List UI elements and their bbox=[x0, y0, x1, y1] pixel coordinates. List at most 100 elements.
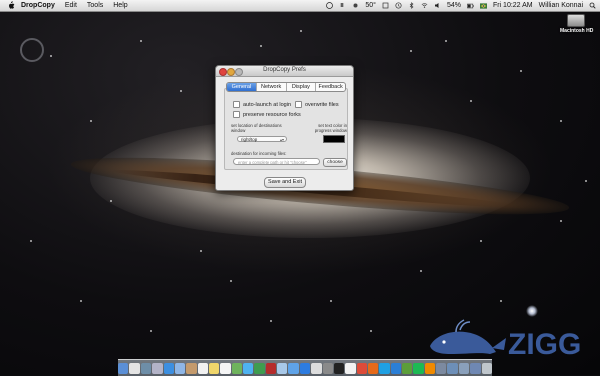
star bbox=[480, 240, 482, 242]
general-panel: auto-launch at login overwrite files pre… bbox=[224, 88, 348, 170]
notes-icon[interactable] bbox=[208, 362, 220, 374]
choose-button[interactable]: choose bbox=[323, 158, 347, 167]
location-select[interactable]: right/top ▴▾ bbox=[237, 136, 287, 142]
system-preferences-icon[interactable] bbox=[322, 362, 333, 374]
auto-launch-label: auto-launch at login bbox=[243, 101, 292, 108]
time-machine-icon[interactable] bbox=[395, 2, 402, 9]
battery-percent[interactable]: 54% bbox=[447, 2, 461, 9]
downloads-stack-icon[interactable] bbox=[447, 362, 458, 374]
menu-user-name[interactable]: Willian Konnai bbox=[539, 2, 583, 9]
battery-icon[interactable] bbox=[467, 2, 474, 9]
window-titlebar[interactable]: DropCopy Prefs bbox=[216, 66, 353, 77]
wifi-icon[interactable] bbox=[421, 2, 428, 9]
prefs-window: DropCopy Prefs auto-launch at login over… bbox=[215, 65, 354, 191]
star bbox=[445, 40, 447, 42]
menu-tools[interactable]: Tools bbox=[87, 0, 103, 11]
preserve-forks-checkbox[interactable] bbox=[233, 111, 240, 118]
sync-icon[interactable] bbox=[326, 2, 334, 9]
dropbox-icon[interactable] bbox=[390, 362, 402, 374]
trash-icon[interactable] bbox=[481, 362, 492, 374]
star bbox=[560, 120, 562, 122]
evernote-icon[interactable] bbox=[402, 362, 413, 374]
star bbox=[585, 180, 587, 182]
save-and-exit-button[interactable]: Save and Exit bbox=[264, 177, 306, 188]
vlc-icon[interactable] bbox=[424, 362, 436, 374]
star bbox=[260, 45, 262, 47]
dropbox-menu-icon[interactable] bbox=[339, 2, 346, 9]
dashboard-icon[interactable] bbox=[129, 362, 140, 374]
overwrite-option[interactable]: overwrite files bbox=[295, 101, 339, 108]
tab-network[interactable]: Network bbox=[257, 83, 287, 91]
textedit-icon[interactable] bbox=[345, 362, 356, 374]
mail-icon[interactable] bbox=[174, 362, 186, 374]
auto-launch-checkbox[interactable] bbox=[233, 101, 240, 108]
menu-help[interactable]: Help bbox=[113, 0, 127, 11]
preserve-forks-option[interactable]: preserve resource forks bbox=[233, 111, 301, 118]
documents-stack-icon[interactable] bbox=[458, 362, 470, 374]
reminders-icon[interactable] bbox=[220, 362, 231, 374]
calendar-icon[interactable] bbox=[197, 362, 208, 374]
dock bbox=[118, 359, 492, 376]
apple-menu-icon[interactable] bbox=[6, 1, 15, 10]
launchpad-icon[interactable] bbox=[152, 362, 163, 374]
star bbox=[560, 220, 562, 222]
messages-icon[interactable] bbox=[243, 362, 254, 374]
spotlight-icon[interactable] bbox=[589, 2, 596, 9]
facetime-icon[interactable] bbox=[254, 362, 265, 374]
menu-app-name[interactable]: DropCopy bbox=[21, 0, 55, 11]
tab-display[interactable]: Display bbox=[287, 83, 317, 91]
chrome-icon[interactable] bbox=[356, 362, 367, 374]
location-label: set location of destinations window bbox=[231, 123, 282, 133]
firefox-icon[interactable] bbox=[367, 362, 379, 374]
applications-stack-icon[interactable] bbox=[470, 362, 481, 374]
whale-logo-icon bbox=[430, 319, 506, 354]
temperature-readout[interactable]: 50° bbox=[365, 2, 376, 9]
finder-icon[interactable] bbox=[118, 362, 129, 374]
auto-launch-option[interactable]: auto-launch at login bbox=[233, 101, 291, 108]
hard-drive-icon[interactable] bbox=[567, 14, 585, 27]
desktop-hard-drive[interactable]: Macintosh HD bbox=[560, 14, 594, 34]
weather-icon[interactable] bbox=[352, 2, 359, 9]
text-color-swatch[interactable] bbox=[323, 135, 345, 143]
photo-booth-icon[interactable] bbox=[265, 362, 277, 374]
utilities-icon[interactable] bbox=[436, 362, 447, 374]
maps-icon[interactable] bbox=[231, 362, 243, 374]
star bbox=[520, 70, 522, 72]
star bbox=[150, 330, 152, 332]
select-arrows-icon: ▴▾ bbox=[279, 137, 284, 142]
hard-drive-label: Macintosh HD bbox=[560, 28, 594, 34]
star bbox=[180, 90, 182, 92]
destination-label: destination for incoming files: bbox=[231, 151, 287, 156]
window-title: DropCopy Prefs bbox=[263, 67, 306, 73]
input-flag-icon[interactable] bbox=[479, 2, 487, 9]
contacts-icon[interactable] bbox=[186, 362, 197, 374]
itunes-icon[interactable] bbox=[288, 362, 299, 374]
destination-path-input[interactable]: enter a complete path or hit "choose" bbox=[233, 158, 320, 165]
star bbox=[50, 55, 52, 57]
gauge-icon[interactable] bbox=[382, 2, 389, 9]
iphoto-icon[interactable] bbox=[277, 362, 288, 374]
preserve-forks-label: preserve resource forks bbox=[243, 111, 301, 118]
zigg-watermark: ZIGG bbox=[426, 318, 596, 361]
app-store-icon[interactable] bbox=[299, 362, 311, 374]
star bbox=[200, 250, 202, 252]
spotify-icon[interactable] bbox=[413, 362, 424, 374]
star bbox=[500, 300, 502, 302]
star bbox=[330, 300, 332, 302]
mission-control-icon[interactable] bbox=[140, 362, 152, 374]
skype-icon[interactable] bbox=[379, 362, 390, 374]
tab-general[interactable]: General bbox=[227, 83, 257, 91]
tab-feedback[interactable]: Feedback bbox=[316, 83, 345, 91]
safari-icon[interactable] bbox=[163, 362, 174, 374]
preview-icon[interactable] bbox=[311, 362, 322, 374]
star bbox=[90, 120, 92, 122]
menu-edit[interactable]: Edit bbox=[65, 0, 77, 11]
menu-extras: 50° 54% Fri 10:22 AM Willian Konnai bbox=[326, 0, 596, 11]
terminal-icon[interactable] bbox=[333, 362, 345, 374]
menu-clock[interactable]: Fri 10:22 AM bbox=[493, 2, 533, 9]
overwrite-checkbox[interactable] bbox=[295, 101, 302, 108]
text-color-label: set text color in progress window bbox=[314, 123, 347, 133]
star bbox=[140, 40, 142, 42]
volume-icon[interactable] bbox=[434, 2, 441, 9]
bluetooth-icon[interactable] bbox=[408, 2, 415, 9]
